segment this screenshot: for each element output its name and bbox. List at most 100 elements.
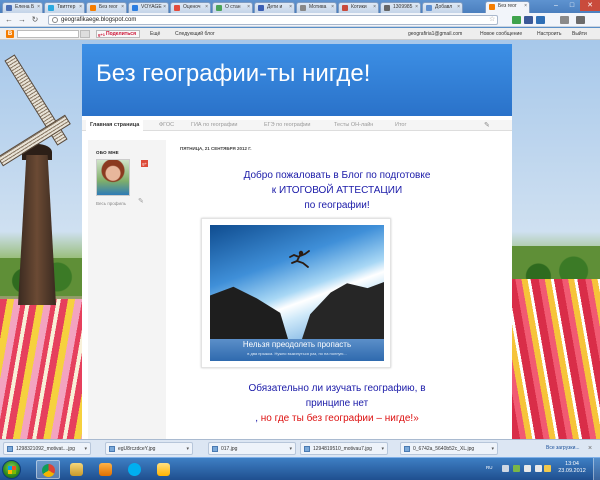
- edit-tools-icon[interactable]: ✎: [138, 197, 144, 205]
- minimize-window-button[interactable]: –: [548, 0, 564, 11]
- start-button[interactable]: [2, 460, 21, 479]
- flag-icon[interactable]: [544, 465, 551, 472]
- browser-tab[interactable]: О стан ×: [212, 2, 253, 13]
- download-filename: egU8rczdceY.jpg: [118, 446, 156, 452]
- browser-tab[interactable]: Мотива ×: [296, 2, 337, 13]
- more-menu[interactable]: Ещё: [150, 28, 160, 40]
- extension-icon[interactable]: [512, 16, 521, 24]
- share-button[interactable]: Поделиться: [96, 30, 141, 38]
- browser-tab[interactable]: Елена Б ×: [2, 2, 43, 13]
- taskbar-app-files[interactable]: [152, 460, 176, 479]
- close-tab-icon[interactable]: ×: [373, 3, 376, 12]
- blog-search-input[interactable]: [17, 30, 79, 38]
- post-image[interactable]: Нельзя преодолеть пропасть в два прыжка.…: [201, 218, 391, 368]
- browser-tab[interactable]: 1309985 ×: [380, 2, 421, 13]
- close-tab-icon[interactable]: ×: [79, 3, 82, 12]
- wrench-menu-icon[interactable]: [576, 16, 585, 24]
- search-icon[interactable]: [80, 30, 90, 38]
- close-tab-icon[interactable]: ×: [163, 3, 166, 12]
- tab-ege[interactable]: ЕГЭ по географии: [264, 120, 311, 131]
- back-arrow-icon[interactable]: ←: [4, 15, 14, 25]
- chevron-down-icon[interactable]: ▾: [289, 443, 292, 454]
- language-indicator[interactable]: RU: [486, 465, 493, 470]
- browser-tab[interactable]: Без геог ×: [86, 2, 127, 13]
- question-text: Обязательно ли изучать географию, в прин…: [174, 381, 500, 426]
- close-tab-icon[interactable]: ×: [289, 3, 292, 12]
- download-item[interactable]: 017.jpg ▾: [208, 442, 296, 455]
- new-post-link[interactable]: Новое сообщение: [480, 28, 522, 40]
- clock[interactable]: 13:04 23.09.2012: [554, 461, 590, 475]
- welcome-line: по географии!: [304, 200, 370, 211]
- tray-arrow-icon[interactable]: [502, 465, 509, 472]
- design-link[interactable]: Настроить: [537, 28, 561, 40]
- gplus-icon[interactable]: g+: [141, 160, 148, 167]
- post-date: ПЯТНИЦА, 21 СЕНТЯБРЯ 2012 Г.: [180, 146, 252, 151]
- forward-arrow-icon[interactable]: →: [17, 15, 27, 25]
- tab-gia[interactable]: ГИА по географии: [191, 120, 238, 131]
- close-tab-icon[interactable]: ×: [457, 3, 460, 12]
- welcome-line: к ИТОГОВОЙ АТТЕСТАЦИИ: [271, 185, 403, 196]
- volume-icon[interactable]: [535, 465, 542, 472]
- tab-label: Мотива: [309, 4, 327, 10]
- system-tray: RU 13:04 23.09.2012: [482, 458, 600, 480]
- reload-icon[interactable]: ↻: [30, 15, 40, 25]
- show-all-downloads-link[interactable]: Все загрузки...: [546, 443, 580, 454]
- download-item[interactable]: 1294819510_motivau7.jpg ▾: [300, 442, 388, 455]
- taskbar-app-chrome[interactable]: [36, 460, 60, 479]
- browser-tab[interactable]: Котики ×: [338, 2, 379, 13]
- image-file-icon: [304, 446, 310, 452]
- tab-label: Без геог: [99, 4, 118, 10]
- browser-tab[interactable]: Твиттер ×: [44, 2, 85, 13]
- close-tab-icon[interactable]: ×: [205, 3, 208, 12]
- next-blog-link[interactable]: Следующий блог: [175, 28, 215, 40]
- close-icon[interactable]: ×: [588, 443, 592, 454]
- close-tab-icon[interactable]: ×: [524, 2, 527, 11]
- extension-icon[interactable]: [524, 16, 533, 24]
- close-window-button[interactable]: ✕: [580, 0, 600, 11]
- browser-tab[interactable]: Оценоч ×: [170, 2, 211, 13]
- avatar[interactable]: [96, 159, 130, 196]
- close-tab-icon[interactable]: ×: [247, 3, 250, 12]
- tab-label: Добавл: [435, 4, 453, 10]
- image-file-icon: [404, 446, 410, 452]
- left-cliff: [210, 286, 288, 339]
- taskbar-app-explorer[interactable]: [65, 460, 89, 479]
- chevron-down-icon[interactable]: ▾: [381, 443, 384, 454]
- browser-tab[interactable]: Дети и ×: [254, 2, 295, 13]
- chevron-down-icon[interactable]: ▾: [186, 443, 189, 454]
- tab-tests[interactable]: Тесты ОН-лайн: [334, 120, 373, 131]
- full-profile-link[interactable]: Весь профиль: [96, 201, 126, 206]
- download-item[interactable]: egU8rczdceY.jpg ▾: [105, 442, 193, 455]
- browser-tab[interactable]: VOYAGE ×: [128, 2, 169, 13]
- question-line: Обязательно ли изучать географию, в: [248, 383, 426, 394]
- tab-fgos[interactable]: ФГОС: [159, 120, 174, 131]
- blogger-logo-icon[interactable]: B: [6, 30, 14, 38]
- close-tab-icon[interactable]: ×: [37, 3, 40, 12]
- tab-result[interactable]: Итог: [395, 120, 406, 131]
- download-item[interactable]: 0_6742a_5640b52c_XL.jpg ▾: [400, 442, 498, 455]
- download-item[interactable]: 1298321092_motivat....jpg ▾: [3, 442, 91, 455]
- tab-home[interactable]: Главная страница: [86, 120, 144, 131]
- close-tab-icon[interactable]: ×: [121, 3, 124, 12]
- page-menu-icon[interactable]: [560, 16, 569, 24]
- edit-tools-icon[interactable]: ✎: [484, 121, 490, 129]
- taskbar-app-media[interactable]: [94, 460, 118, 479]
- tray-app-icon[interactable]: [513, 465, 520, 472]
- network-icon[interactable]: [524, 465, 531, 472]
- chevron-down-icon[interactable]: ▾: [491, 443, 494, 454]
- browser-tab-active[interactable]: Без геог ×: [485, 1, 530, 13]
- taskbar-app-skype[interactable]: [123, 460, 147, 479]
- chevron-down-icon[interactable]: ▾: [84, 443, 87, 454]
- sign-out-link[interactable]: Выйти: [572, 28, 587, 40]
- maximize-window-button[interactable]: □: [564, 0, 580, 11]
- image-file-icon: [109, 446, 115, 452]
- show-desktop-button[interactable]: [593, 458, 600, 480]
- extension-icon[interactable]: [536, 16, 545, 24]
- browser-tab[interactable]: Добавл ×: [422, 2, 463, 13]
- address-bar[interactable]: geografikaege.blogspot.com ☆: [48, 15, 498, 25]
- close-tab-icon[interactable]: ×: [415, 3, 418, 12]
- account-email[interactable]: geografiria1@gmail.com: [408, 28, 462, 40]
- blog-title[interactable]: Без географии-ты нигде!: [96, 60, 370, 88]
- close-tab-icon[interactable]: ×: [331, 3, 334, 12]
- bookmark-star-icon[interactable]: ☆: [489, 16, 495, 24]
